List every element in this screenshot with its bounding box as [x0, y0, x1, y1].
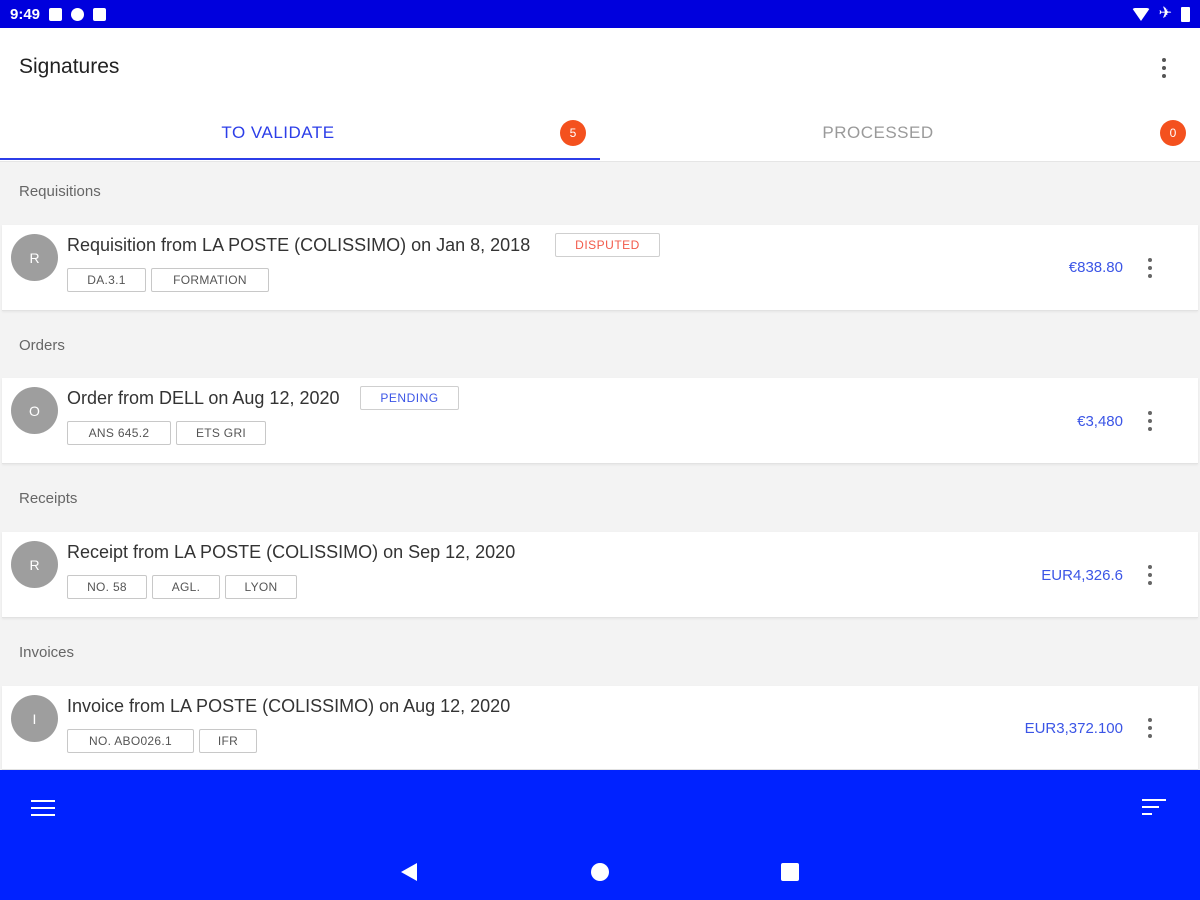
tag-chip: FORMATION	[151, 268, 269, 292]
bottom-app-bar	[0, 770, 1200, 900]
notification-icon	[49, 7, 63, 21]
sort-icon[interactable]	[1142, 798, 1166, 816]
tag-chip: DA.3.1	[67, 268, 146, 292]
list-item[interactable]: I Invoice from LA POSTE (COLISSIMO) on A…	[2, 686, 1198, 770]
airplane-icon: ✈	[1158, 5, 1172, 22]
tab-label: TO VALIDATE	[221, 123, 335, 142]
tag-chip: NO. 58	[67, 575, 147, 599]
avatar: R	[11, 234, 58, 281]
tab-bar: TO VALIDATE 5 PROCESSED 0	[0, 108, 1200, 160]
tag-chip: ETS GRI	[176, 421, 266, 445]
avatar: R	[11, 541, 58, 588]
status-time: 9:49	[10, 5, 41, 23]
tag-list: DA.3.1 FORMATION	[67, 268, 269, 292]
more-vert-icon[interactable]	[1138, 407, 1162, 435]
tab-processed[interactable]: PROCESSED 0	[600, 108, 1200, 160]
app-bar: Signatures TO VALIDATE 5 PROCESSED 0	[0, 28, 1200, 162]
tab-to-validate[interactable]: TO VALIDATE 5	[0, 108, 600, 160]
item-title: Receipt from LA POSTE (COLISSIMO) on Sep…	[67, 542, 516, 562]
item-amount: EUR3,372.100	[1024, 720, 1123, 737]
status-badge: DISPUTED	[555, 233, 660, 257]
item-amount: EUR4,326.6	[1041, 567, 1123, 584]
item-title: Requisition from LA POSTE (COLISSIMO) on…	[67, 235, 531, 255]
tag-chip: IFR	[199, 729, 257, 753]
count-badge: 0	[1160, 120, 1186, 146]
home-icon[interactable]	[591, 863, 609, 881]
tag-list: NO. ABO026.1 IFR	[67, 729, 257, 753]
more-vert-icon[interactable]	[1152, 56, 1176, 80]
tag-chip: ANS 645.2	[67, 421, 171, 445]
notification-icon	[71, 7, 85, 21]
list-item[interactable]: R Receipt from LA POSTE (COLISSIMO) on S…	[2, 532, 1198, 618]
battery-icon	[1181, 6, 1190, 22]
status-badge: PENDING	[360, 386, 459, 410]
tag-chip: LYON	[225, 575, 297, 599]
menu-icon[interactable]	[31, 799, 55, 817]
sd-card-icon	[93, 7, 107, 21]
tab-label: PROCESSED	[822, 123, 934, 142]
section-header-receipts: Receipts	[19, 490, 78, 507]
item-amount: €3,480	[1077, 413, 1123, 430]
more-vert-icon[interactable]	[1138, 714, 1162, 742]
more-vert-icon[interactable]	[1138, 561, 1162, 589]
section-header-requisitions: Requisitions	[19, 183, 101, 200]
back-icon[interactable]	[401, 863, 417, 881]
item-title: Invoice from LA POSTE (COLISSIMO) on Aug…	[67, 696, 511, 716]
count-badge: 5	[560, 120, 586, 146]
avatar: O	[11, 387, 58, 434]
list-item[interactable]: R Requisition from LA POSTE (COLISSIMO) …	[2, 225, 1198, 311]
status-bar: 9:49 ✈	[0, 0, 1200, 28]
more-vert-icon[interactable]	[1138, 254, 1162, 282]
recents-icon[interactable]	[781, 863, 799, 881]
tag-list: ANS 645.2 ETS GRI	[67, 421, 266, 445]
section-header-invoices: Invoices	[19, 644, 75, 661]
list-item[interactable]: O Order from DELL on Aug 12, 2020 PENDIN…	[2, 378, 1198, 464]
avatar: I	[11, 695, 58, 742]
section-header-orders: Orders	[19, 337, 65, 354]
page-title: Signatures	[19, 55, 120, 78]
tag-chip: AGL.	[152, 575, 220, 599]
tag-list: NO. 58 AGL. LYON	[67, 575, 297, 599]
item-title: Order from DELL on Aug 12, 2020	[67, 388, 340, 408]
wifi-icon	[1131, 7, 1150, 21]
item-amount: €838.80	[1068, 259, 1123, 276]
tag-chip: NO. ABO026.1	[67, 729, 194, 753]
